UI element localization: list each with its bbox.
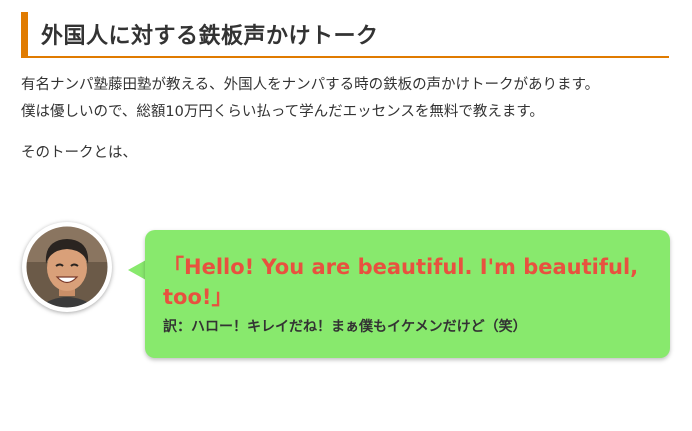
section-heading: 外国人に対する鉄板声かけトーク <box>21 12 669 58</box>
speech-bubble-tail <box>128 260 146 280</box>
section-heading-text: 外国人に対する鉄板声かけトーク <box>41 24 379 49</box>
speaker-avatar <box>22 222 112 312</box>
intro-paragraph: 有名ナンパ塾藤田塾が教える、外国人をナンパする時の鉄板の声かけトークがあります。… <box>21 72 599 126</box>
speech-quote: 「Hello! You are beautiful. I'm beautiful… <box>163 255 639 309</box>
speaker-portrait-icon <box>23 223 111 311</box>
lead-in-paragraph: そのトークとは、 <box>21 145 137 161</box>
intro-line-1: 有名ナンパ塾藤田塾が教える、外国人をナンパする時の鉄板の声かけトークがあります。 <box>21 77 600 93</box>
intro-line-2: 僕は優しいので、総額10万円くらい払って学んだエッセンスを無料で教えます。 <box>21 104 544 120</box>
article-page: 外国人に対する鉄板声かけトーク 有名ナンパ塾藤田塾が教える、外国人をナンパする時… <box>0 0 692 431</box>
speech-translation: 訳：ハロー！キレイだね！まぁ僕もイケメンだけど（笑） <box>163 319 527 335</box>
